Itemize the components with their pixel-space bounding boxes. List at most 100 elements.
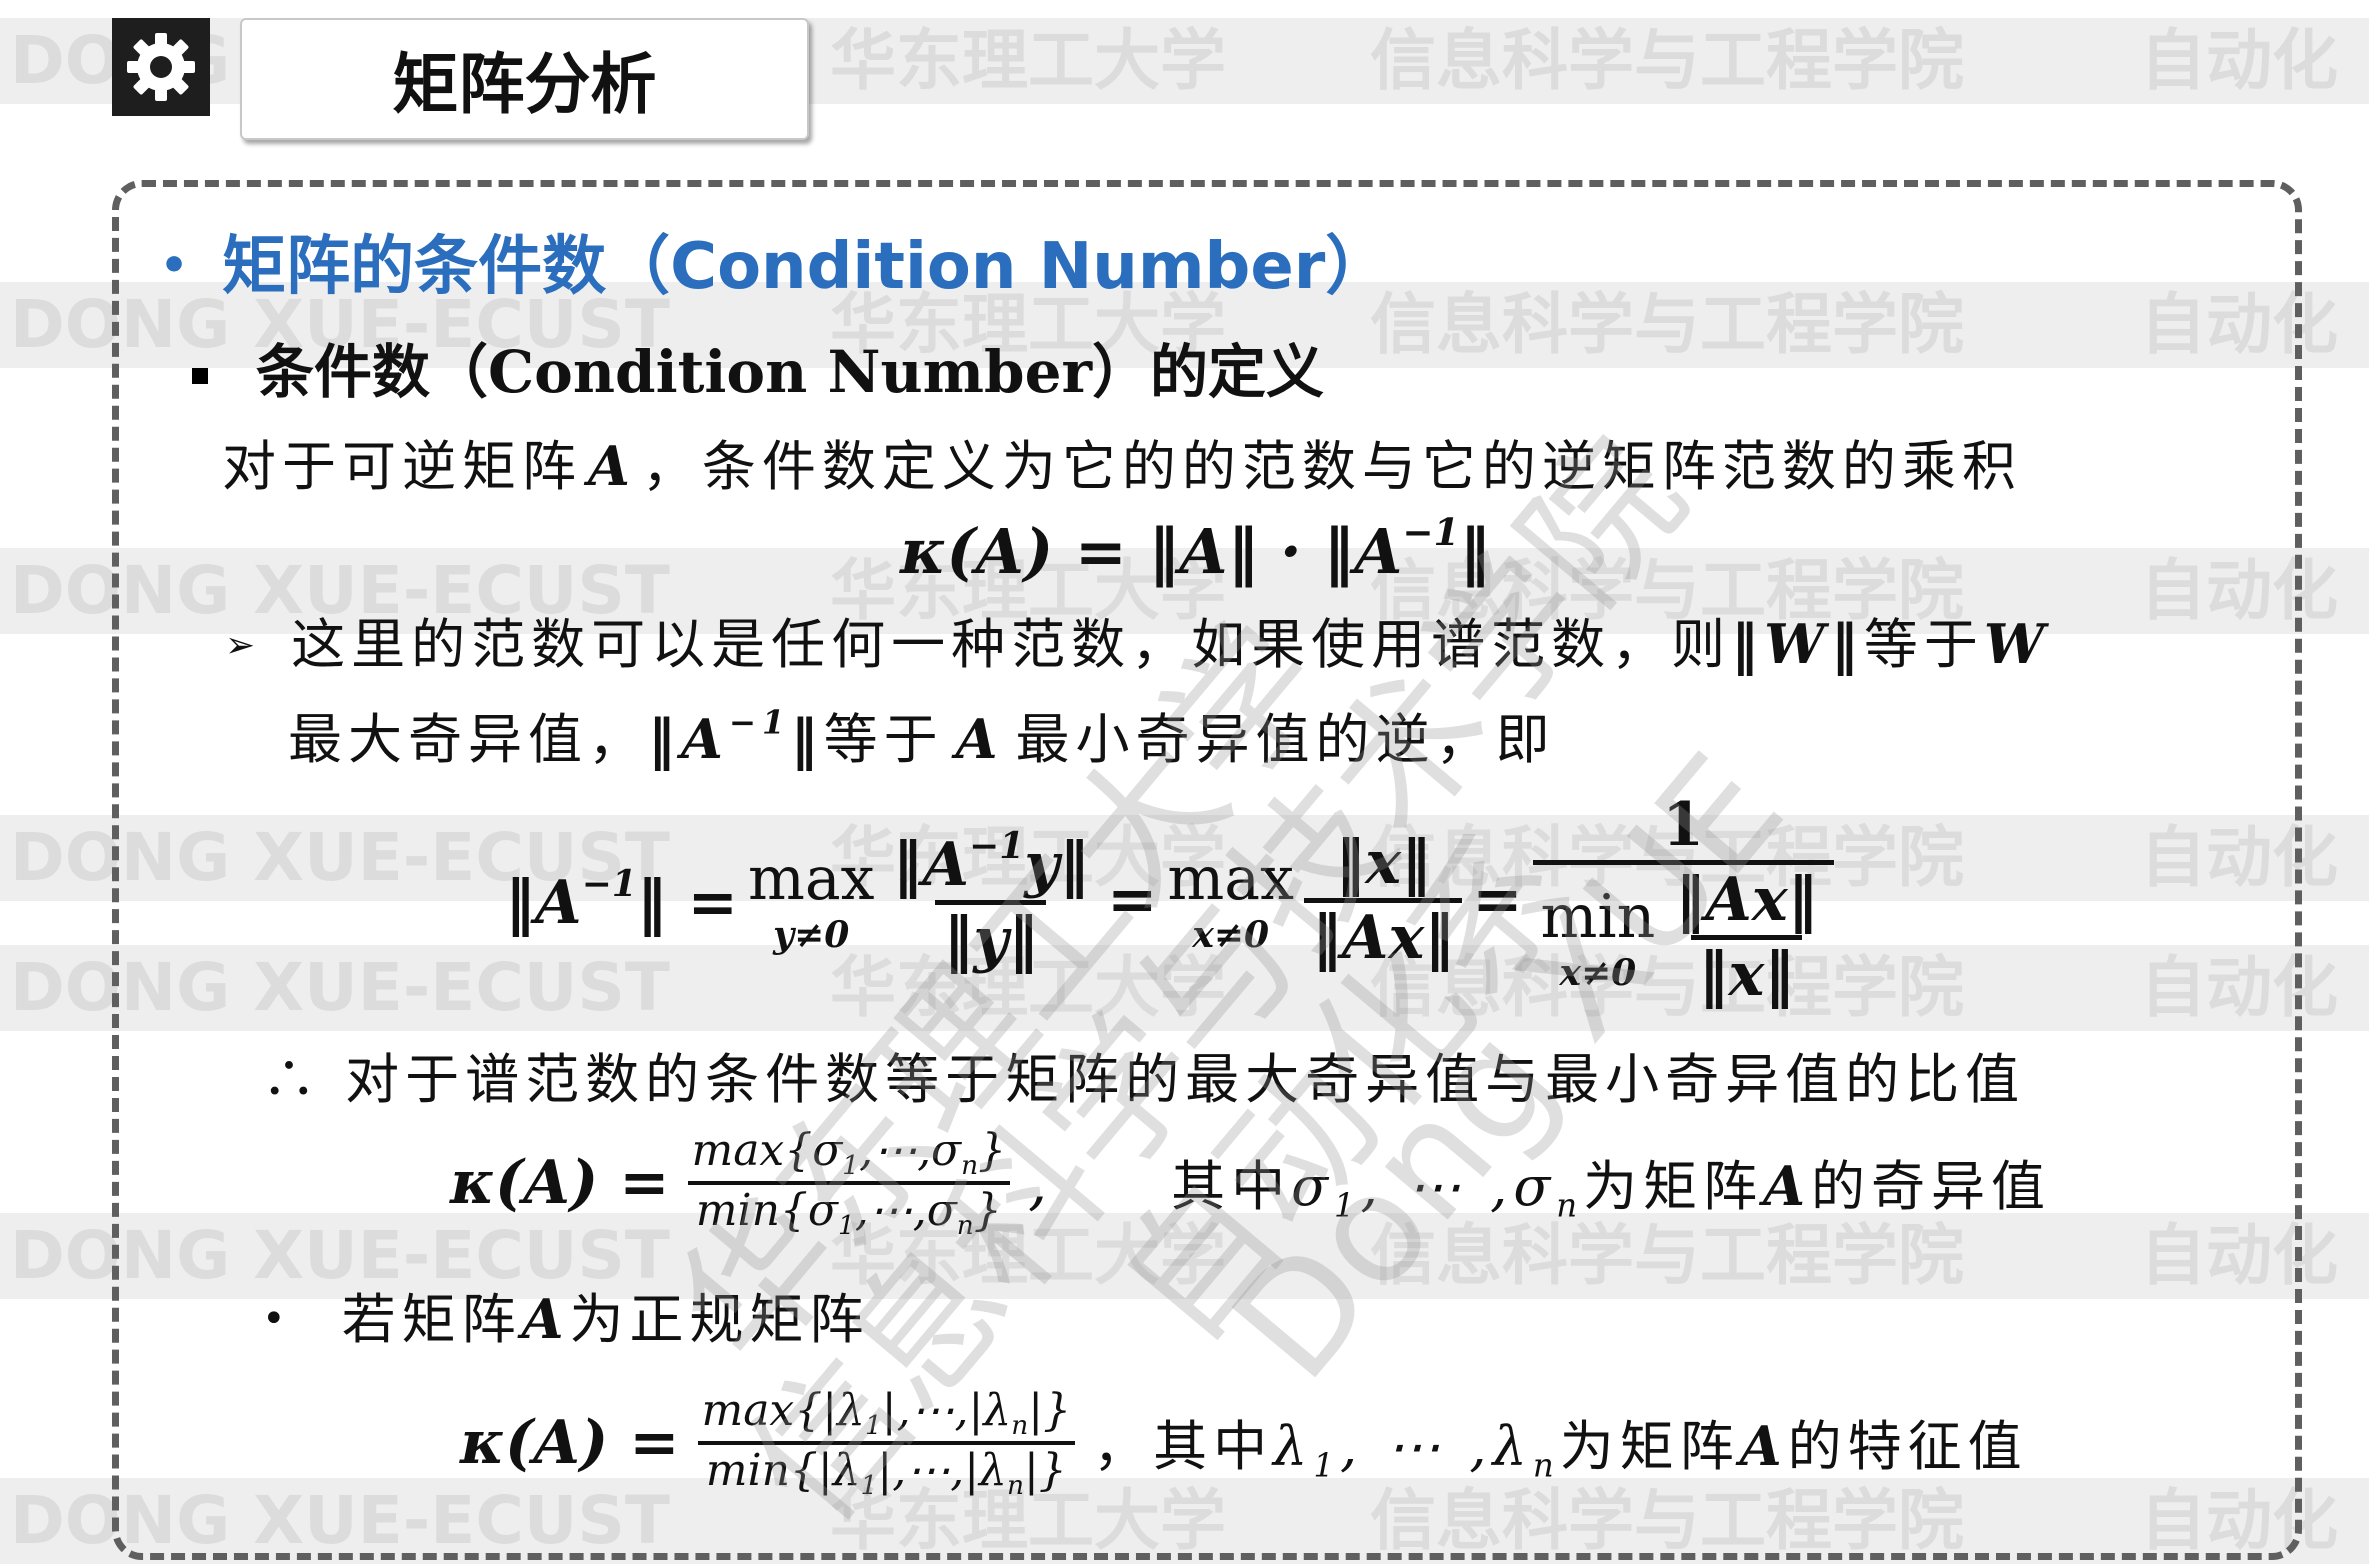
den-sub: 1	[837, 1210, 855, 1242]
note-line-1: ➢ 这里的范数可以是任何一种范数，如果使用谱范数，则‖W‖等于W	[225, 600, 2050, 679]
numerator: max{σ1,⋯,σn}	[683, 1125, 1014, 1181]
num-part: }	[978, 1125, 1007, 1176]
inner-fraction: ‖Ax‖ ‖x‖	[1667, 865, 1825, 1010]
definition-formula-end: ‖	[1459, 514, 1491, 588]
denominator: ‖y‖	[935, 900, 1047, 975]
note-text: 的奇异值	[1810, 1155, 2051, 1219]
fraction: max{σ1,⋯,σn} min{σ1,⋯,σn}	[683, 1125, 1014, 1241]
lambda-symbol: λ	[1492, 1415, 1533, 1479]
intro-line: 对于可逆矩阵 A ，条件数定义为它的的范数与它的逆矩阵范数的乘积	[222, 422, 2022, 501]
section-heading-text: 矩阵的条件数（Condition Number）	[222, 230, 1390, 304]
min-limit: x≠0	[1559, 951, 1637, 994]
num-part: max{σ	[691, 1125, 843, 1176]
den-part: ,⋯,σ	[854, 1185, 957, 1237]
note-line-2: 最大奇异值，‖A−1‖等于 A 最小奇异值的逆，即	[288, 695, 1556, 774]
num-part: ,⋯,σ	[859, 1125, 962, 1176]
den-part: |}	[1023, 1445, 1067, 1497]
lambda-symbol: λ	[1273, 1415, 1314, 1479]
max-limit: x≠0	[1192, 914, 1269, 956]
inner-denominator: ‖x‖	[1690, 935, 1803, 1010]
section-heading: • 矩阵的条件数（Condition Number）	[160, 215, 1389, 307]
note-text: 等于	[823, 708, 944, 771]
num-sup: −1	[969, 825, 1025, 867]
note-text: 最大奇异值，	[288, 708, 648, 771]
singular-value-note: 其中σ1, ⋯ ,σn为矩阵A的奇异值	[1171, 1142, 2051, 1224]
watermark-text: 信息科学与工程学院	[1370, 22, 1964, 99]
norm-W: ‖W‖	[1731, 612, 1864, 676]
num-sub: n	[1011, 1410, 1029, 1442]
watermark-text: 华东理工大学	[830, 22, 1226, 99]
num-sub: 1	[864, 1410, 882, 1442]
equals-sign: =	[1472, 865, 1523, 935]
matrix-A: A	[955, 707, 1004, 771]
singular-value-formula: κ(A) = max{σ1,⋯,σn} min{σ1,⋯,σn} , 其中σ1,…	[450, 1125, 2051, 1241]
formula-lhs: ‖A−1‖ =	[505, 863, 738, 938]
sub-heading-text: 条件数（Condition Number）的定义	[256, 338, 1325, 406]
num-main: ‖A	[892, 830, 970, 900]
max-operator: max y≠0	[748, 844, 875, 956]
max-label: max	[1167, 844, 1294, 914]
min-operator: min x≠0	[1541, 882, 1656, 994]
lambda-sub: 1	[1313, 1446, 1340, 1485]
matrix-A: A	[1739, 1414, 1788, 1479]
normal-matrix-line: • 若矩阵A为正规矩阵	[262, 1275, 870, 1354]
definition-formula-main: κ(A) = ‖A‖ · ‖A	[900, 514, 1403, 588]
sigma-sub: 1	[1334, 1186, 1361, 1225]
eigenvalue-note: ，其中λ1, ⋯ ,λn为矩阵A的特征值	[1093, 1402, 2028, 1484]
bullet: •	[262, 1296, 292, 1342]
note-text: 这里的范数可以是任何一种范数，如果使用谱范数，则	[291, 613, 1732, 676]
note-text: 为矩阵	[1559, 1415, 1740, 1479]
norm-A-inv: ‖A	[648, 707, 729, 771]
den-part: min{σ	[695, 1185, 838, 1237]
denominator: min{σ1,⋯,σn}	[687, 1181, 1010, 1242]
ellipsis: , ⋯ ,	[1360, 1155, 1514, 1219]
max-limit: y≠0	[773, 914, 850, 956]
formula-lhs-end: ‖ =	[636, 867, 738, 938]
norm-A-inv-sup: −1	[728, 703, 791, 742]
definition-formula: κ(A) = ‖A‖ · ‖A−1‖	[900, 510, 1490, 588]
denominator: min{|λ1|,⋯,|λn|}	[697, 1441, 1075, 1502]
matrix-A: A	[521, 1287, 570, 1351]
num-part: max{|λ	[701, 1385, 865, 1436]
lambda-sub: n	[1532, 1446, 1560, 1485]
note-text: 为矩阵	[1583, 1155, 1764, 1219]
note-text: 为正规矩阵	[569, 1288, 870, 1351]
norm-A-inv-end: ‖	[790, 707, 824, 771]
sigma-sub: n	[1556, 1186, 1584, 1225]
square-bullet-icon	[192, 368, 208, 384]
page-title: 矩阵分析	[240, 18, 809, 140]
formula-lhs: κ(A) =	[460, 1408, 680, 1479]
sigma-symbol: σ	[1513, 1155, 1557, 1219]
note-text: 最小奇异值的逆，即	[1015, 708, 1556, 771]
definition-formula-sup: −1	[1402, 510, 1460, 554]
equals-sign: =	[1107, 865, 1158, 935]
numerator: 1	[1662, 790, 1704, 860]
matrix-W: W	[1983, 612, 2051, 676]
num-part: |}	[1028, 1385, 1072, 1436]
conclusion-line: ∴ 对于谱范数的条件数等于矩阵的最大奇异值与最小奇异值的比值	[262, 1048, 2026, 1111]
inverse-norm-formula: ‖A−1‖ = max y≠0 ‖A−1y‖ ‖y‖ = max x≠0 ‖x‖ ‖…	[505, 790, 1834, 1010]
denominator: ‖Ax‖	[1303, 897, 1463, 973]
formula-lhs-main: ‖A	[505, 867, 582, 938]
num-part: |,⋯,|λ	[881, 1385, 1012, 1436]
max-operator: max x≠0	[1167, 844, 1294, 956]
ellipsis: , ⋯ ,	[1339, 1415, 1493, 1479]
note-text: 等于	[1863, 613, 1984, 676]
den-sub: 1	[860, 1470, 878, 1502]
intro-text: 对于可逆矩阵	[222, 435, 582, 498]
num-end: y‖	[1024, 830, 1090, 900]
fraction: ‖x‖ ‖Ax‖	[1303, 828, 1463, 973]
min-label: min	[1540, 881, 1656, 952]
gear-icon-box	[112, 18, 210, 116]
num-sub: 1	[842, 1150, 860, 1182]
numerator: ‖A−1y‖	[884, 825, 1097, 900]
note-text: 的特征值	[1787, 1415, 2028, 1479]
arrow-bullet-icon: ➢	[225, 625, 262, 666]
numerator: max{|λ1|,⋯,|λn|}	[693, 1385, 1079, 1441]
den-part: min{|λ	[705, 1445, 861, 1497]
note-text: 若矩阵	[341, 1288, 522, 1351]
fraction: max{|λ1|,⋯,|λn|} min{|λ1|,⋯,|λn|}	[693, 1385, 1079, 1501]
sigma-symbol: σ	[1291, 1155, 1335, 1219]
fraction: 1 min x≠0 ‖Ax‖ ‖x‖	[1532, 790, 1834, 1010]
den-sub: n	[1006, 1470, 1024, 1502]
